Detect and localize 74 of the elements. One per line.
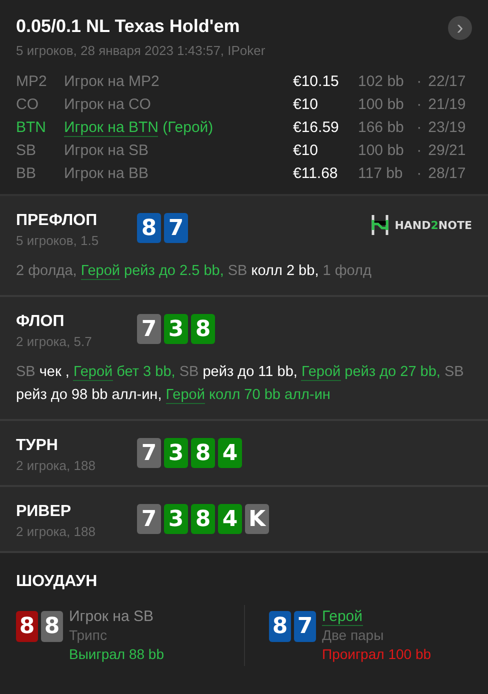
showdown-title: ШОУДАУН	[16, 573, 98, 591]
stack-bb: 166 bb	[358, 118, 405, 138]
hero-link[interactable]: Герой	[73, 364, 113, 381]
hand-title: 0.05/0.1 NL Texas Hold'em	[16, 16, 241, 37]
player-name: Игрок на SB	[64, 141, 150, 161]
hand-rank: Трипс	[69, 626, 108, 645]
street-subtitle: 2 игрока, 5.7	[16, 334, 93, 349]
stack-amount: €10	[293, 95, 320, 115]
result-text: Выиграл 88 bb	[69, 645, 164, 664]
hero-link[interactable]: Герой	[80, 263, 120, 280]
playing-card: 8	[16, 611, 38, 642]
playing-card: 8	[41, 611, 63, 642]
position-label: MP2	[16, 72, 48, 92]
stack-bb: 117 bb	[358, 164, 404, 184]
playing-card: 3	[164, 438, 188, 468]
playing-card: 3	[164, 314, 188, 344]
street-subtitle: 2 игрока, 188	[16, 524, 96, 539]
street-title: ПРЕФЛОП	[16, 212, 98, 230]
action-summary: SB чек , Герой бет 3 bb, SB рейз до 11 bb, Герой рейз до 27 bb, SB рейз до 98 bb алл-ин, Герой колл 70 bb алл-ин	[16, 363, 465, 406]
position-label: BTN	[16, 118, 47, 138]
player-link[interactable]: Игрок на BTN	[64, 119, 158, 137]
playing-card: 8	[191, 438, 215, 468]
action-summary: 2 фолда, Герой рейз до 2.5 bb, SB колл 2 bb, 1 фолд	[16, 262, 372, 282]
playing-card: 7	[137, 438, 161, 468]
playing-card: 8	[137, 213, 161, 243]
playing-card: 7	[294, 611, 316, 642]
stack-bb: 100 bb	[358, 95, 405, 115]
stack-amount: €10.15	[293, 72, 340, 92]
street-subtitle: 5 игроков, 1.5	[16, 233, 100, 248]
playing-card: 8	[191, 314, 215, 344]
player-stats: 23/19	[428, 118, 467, 138]
street-title: ФЛОП	[16, 313, 66, 331]
playing-card: 7	[137, 504, 161, 534]
hand-rank: Две пары	[322, 626, 385, 645]
separator-dot: ·	[416, 95, 423, 115]
result-text: Проиграл 100 bb	[322, 645, 432, 664]
position-label: BB	[16, 164, 38, 184]
separator-dot: ·	[416, 164, 423, 184]
playing-card: 4	[218, 504, 242, 534]
stack-bb: 102 bb	[358, 72, 405, 92]
player-name: Игрок на MP2	[64, 72, 160, 92]
street-title: РИВЕР	[16, 503, 72, 521]
street-subtitle: 2 игрока, 188	[16, 458, 96, 473]
stack-bb: 100 bb	[358, 141, 405, 161]
hero-link[interactable]: Герой	[301, 364, 341, 381]
stack-amount: €10	[293, 141, 320, 161]
hero-tag: (Герой)	[162, 119, 214, 136]
hand-subtitle: 5 игроков, 28 января 2023 1:43:57, IPoker	[16, 43, 266, 58]
hero-link[interactable]: Герой	[166, 387, 205, 404]
logo: HAND2NOTE	[370, 214, 472, 236]
playing-card: 7	[164, 213, 188, 243]
hero-link[interactable]: Герой	[322, 608, 363, 626]
playing-card: 8	[191, 504, 215, 534]
next-button[interactable]: ›	[448, 16, 472, 40]
playing-card: K	[245, 504, 269, 534]
player-stats: 21/19	[428, 95, 467, 115]
stack-amount: €11.68	[293, 164, 339, 184]
player-stats: 29/21	[428, 141, 467, 161]
playing-card: 4	[218, 438, 242, 468]
position-label: SB	[16, 141, 38, 161]
player-name: Игрок на SB	[69, 608, 154, 625]
separator-dot: ·	[416, 141, 423, 161]
playing-card: 8	[269, 611, 291, 642]
stack-amount: €16.59	[293, 118, 340, 138]
player-name: Игрок на CO	[64, 95, 152, 115]
separator-dot: ·	[416, 72, 423, 92]
playing-card: 3	[164, 504, 188, 534]
separator-dot: ·	[416, 118, 423, 138]
street-title: ТУРН	[16, 437, 59, 455]
player-name: Игрок на BB	[64, 164, 150, 184]
player-stats: 22/17	[428, 72, 467, 92]
playing-card: 7	[137, 314, 161, 344]
player-stats: 28/17	[428, 164, 467, 184]
position-label: CO	[16, 95, 40, 115]
